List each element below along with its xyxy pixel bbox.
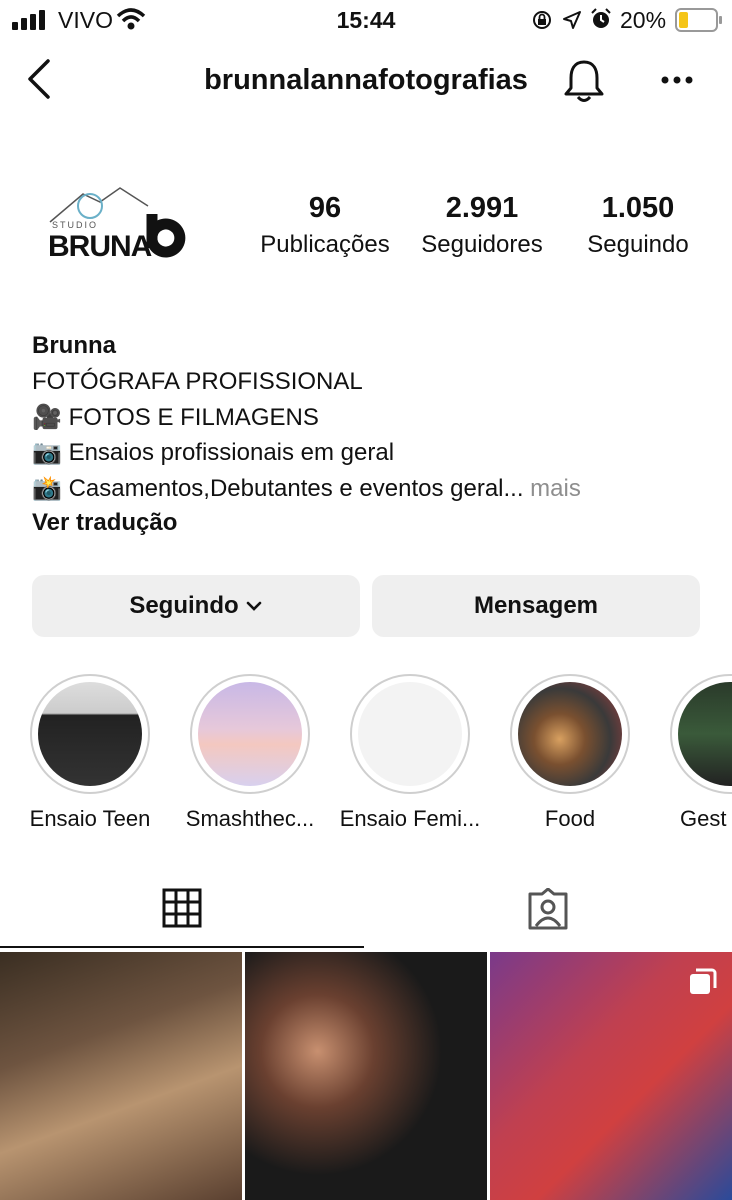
stat-following-value: 1.050 <box>601 192 675 224</box>
stat-followers[interactable]: 2.991 Seguidores <box>406 192 558 259</box>
highlight-label: Food <box>544 806 596 831</box>
highlight-ensaio-feminino[interactable] <box>350 674 470 794</box>
highlight-thumbnail <box>358 682 462 786</box>
stat-following-label: Seguindo <box>587 231 689 258</box>
tab-tagged[interactable] <box>366 868 732 950</box>
tagged-icon <box>528 888 568 930</box>
alarm-icon <box>591 8 611 28</box>
see-translation-link[interactable]: Ver tradução <box>32 509 177 537</box>
bio-line-3-text: Ensaios profissionais em geral <box>68 439 395 466</box>
bio-line-3: 📷 Ensaios profissionais em geral <box>32 438 394 467</box>
logo-studio-text: STUDIO <box>52 220 99 230</box>
status-bar: VIVO 15:44 20% <box>0 0 732 40</box>
bell-icon[interactable] <box>562 58 606 104</box>
grid-icon <box>162 888 202 928</box>
highlight-label: Ensaio Teen <box>29 806 151 831</box>
highlight-label: Ensaio Femi... <box>339 806 481 831</box>
stat-posts[interactable]: 96 Publicações <box>250 192 400 259</box>
bio-emoji-camera-flash: 📸 <box>32 475 62 502</box>
profile-name: Brunna <box>32 332 116 359</box>
highlight-cover <box>670 674 732 794</box>
more-options-icon[interactable] <box>660 74 694 86</box>
stat-posts-value: 96 <box>308 192 342 224</box>
following-button[interactable]: Seguindo <box>32 575 360 637</box>
highlight-food[interactable] <box>510 674 630 794</box>
post-thumbnail[interactable] <box>0 952 242 1200</box>
highlight-thumbnail <box>518 682 622 786</box>
post-thumbnail[interactable] <box>490 952 732 1200</box>
highlight-cover <box>30 674 150 794</box>
location-icon <box>563 11 581 29</box>
orientation-lock-icon <box>533 11 551 29</box>
battery-icon <box>675 8 722 32</box>
bio-line-2-text: FOTOS E FILMAGENS <box>68 404 319 431</box>
battery-percent: 20% <box>620 7 667 33</box>
profile-picture[interactable]: STUDIO BRUNA <box>28 166 208 286</box>
message-button-label: Mensagem <box>473 592 599 619</box>
carousel-icon <box>690 968 717 994</box>
bio-emoji-camera: 📷 <box>32 439 62 466</box>
bio-line-4: 📸 Casamentos,Debutantes e eventos geral.… <box>32 474 581 503</box>
logo-brand-text: BRUNA <box>48 230 152 263</box>
highlight-gestante[interactable] <box>670 674 732 798</box>
highlight-thumbnail <box>678 682 732 786</box>
stat-posts-label: Publicações <box>260 231 390 258</box>
bio-line-2: 🎥 FOTOS E FILMAGENS <box>32 403 319 432</box>
highlight-cover <box>190 674 310 794</box>
tab-posts-grid[interactable] <box>0 868 366 950</box>
post-thumbnail[interactable] <box>245 952 487 1200</box>
stat-followers-value: 2.991 <box>445 192 519 224</box>
tab-active-indicator <box>0 946 364 948</box>
profile-username: brunnalannafotografias <box>204 64 528 96</box>
highlight-smash[interactable] <box>190 674 310 794</box>
stat-followers-label: Seguidores <box>421 231 543 258</box>
highlight-label: Gest <box>680 806 727 831</box>
bio-emoji-camera-video: 🎥 <box>32 404 62 431</box>
highlight-ensaio-teen[interactable] <box>30 674 150 794</box>
highlight-label: Smashthec... <box>185 806 315 831</box>
bio-more-link[interactable]: mais <box>530 475 581 502</box>
highlight-cover <box>510 674 630 794</box>
highlight-thumbnail <box>38 682 142 786</box>
stat-following[interactable]: 1.050 Seguindo <box>566 192 710 259</box>
bio-line-1: FOTÓGRAFA PROFISSIONAL <box>32 368 363 395</box>
highlight-cover <box>350 674 470 794</box>
chevron-down-icon <box>246 601 261 611</box>
bio-line-4-text: Casamentos,Debutantes e eventos geral... <box>68 475 524 502</box>
message-button[interactable]: Mensagem <box>372 575 700 637</box>
following-button-label: Seguindo <box>129 592 239 619</box>
highlight-thumbnail <box>198 682 302 786</box>
